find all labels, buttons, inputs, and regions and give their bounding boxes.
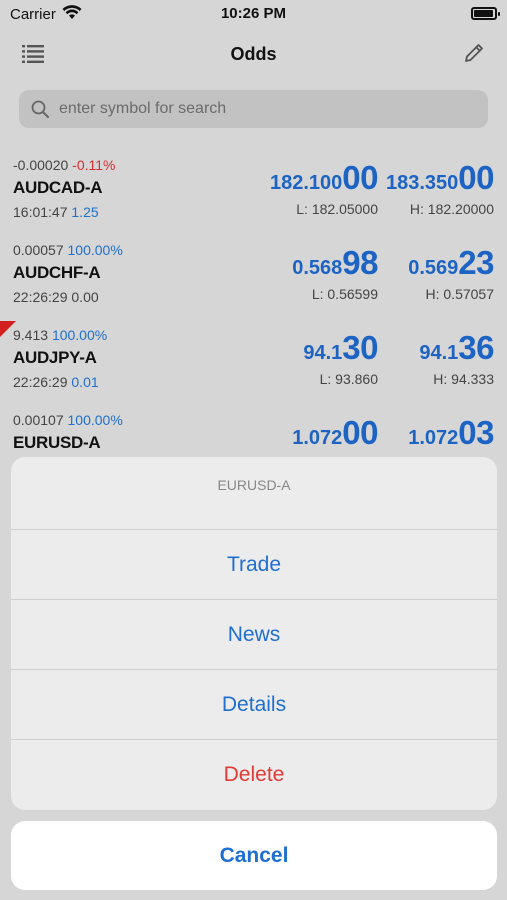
bid-price[interactable]: 1.07200 (292, 414, 378, 452)
delete-button[interactable]: Delete (11, 740, 497, 810)
action-sheet-title: EURUSD-A (11, 457, 497, 530)
quote-row[interactable]: -0.00020 -0.11% AUDCAD-A 16:01:47 1.25 1… (0, 157, 507, 242)
battery-icon (471, 7, 500, 20)
high-price: H: 182.20000 (409, 201, 494, 217)
status-bar: Carrier 10:26 PM (0, 0, 507, 30)
cancel-button[interactable]: Cancel (11, 821, 497, 890)
clock: 10:26 PM (220, 5, 287, 22)
bid-price[interactable]: 182.10000 (270, 159, 379, 197)
low-price: L: 93.860 (319, 371, 378, 387)
ask-price[interactable]: 0.56923 (408, 244, 494, 282)
ask-price[interactable]: 1.07203 (408, 414, 494, 452)
page-title: Odds (230, 44, 277, 64)
odds-screen: Carrier 10:26 PM Odds enter symbol for s… (0, 0, 507, 900)
high-price: H: 0.57057 (425, 286, 495, 302)
search-icon (31, 100, 49, 118)
search-bar (19, 90, 488, 128)
change-value: -0.00020 -0.11% (13, 157, 116, 173)
symbol-name: AUDCAD-A (13, 178, 103, 197)
change-percent: 100.00% (51, 327, 108, 343)
ask-price[interactable]: 94.136 (419, 329, 494, 367)
symbol-name: AUDCHF-A (13, 263, 101, 282)
change-value: 0.00057 100.00% (13, 242, 123, 258)
pencil-icon[interactable] (463, 42, 485, 64)
symbol-name: AUDJPY-A (13, 348, 97, 367)
symbol-name: EURUSD-A (13, 433, 101, 452)
spread: 0.00 (71, 289, 99, 305)
change-percent: 100.00% (67, 242, 123, 258)
spread: 1.25 (71, 204, 99, 220)
quote-row[interactable]: 0.00057 100.00% AUDCHF-A 22:26:29 0.00 0… (0, 242, 507, 327)
quote-time: 22:26:29 0.01 (13, 374, 99, 390)
nav-bar: Odds (0, 30, 507, 80)
details-button[interactable]: Details (11, 670, 497, 740)
bid-price[interactable]: 0.56898 (292, 244, 378, 282)
bid-price[interactable]: 94.130 (303, 329, 378, 367)
action-sheet: EURUSD-A Trade News Details Delete (11, 457, 497, 810)
high-price: H: 94.333 (433, 371, 494, 387)
news-button[interactable]: News (11, 600, 497, 670)
quote-time: 22:26:29 0.00 (13, 289, 99, 305)
change-percent: 100.00% (67, 412, 123, 428)
search-input[interactable] (59, 90, 469, 128)
spread: 0.01 (71, 374, 99, 390)
ask-price[interactable]: 183.35000 (386, 159, 495, 197)
quote-row[interactable]: 9.413 100.00% AUDJPY-A 22:26:29 0.01 94.… (0, 321, 507, 412)
trade-button[interactable]: Trade (11, 530, 497, 600)
change-value: 9.413 100.00% (13, 327, 108, 343)
change-percent: -0.11% (72, 157, 116, 173)
quote-time: 16:01:47 1.25 (13, 204, 99, 220)
low-price: L: 182.05000 (296, 201, 378, 217)
change-value: 0.00107 100.00% (13, 412, 123, 428)
low-price: L: 0.56599 (311, 286, 378, 302)
